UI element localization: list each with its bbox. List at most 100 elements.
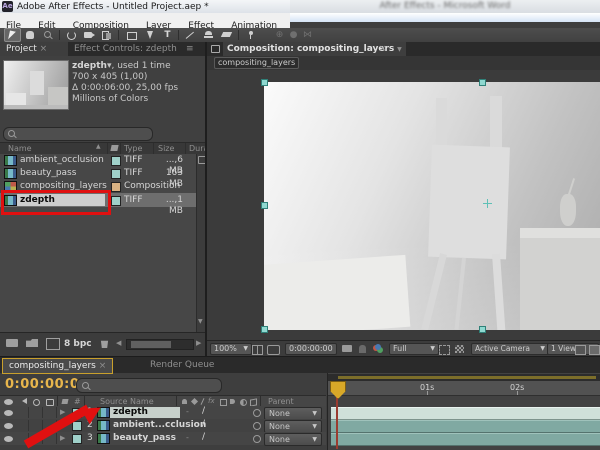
scrollbar-up-icon[interactable]: ▼ — [198, 318, 203, 325]
tab-effect-controls[interactable]: Effect Controls: zdepth — [74, 42, 177, 56]
rotation-tool-icon[interactable] — [64, 29, 79, 41]
background-window-titlebar: After Effects - Microsoft Word — [290, 0, 600, 13]
sort-ascending-icon[interactable]: ▲ — [96, 143, 101, 150]
layer-switch-dash[interactable]: - — [186, 407, 189, 417]
layer-bar-ambient-occlusion[interactable] — [331, 420, 600, 433]
puppet-pin-tool-icon[interactable] — [244, 29, 259, 41]
zoom-tool-icon[interactable] — [41, 29, 56, 41]
project-panel-menu-icon[interactable]: ≡ — [186, 42, 194, 56]
label-column-tag-icon[interactable] — [110, 145, 118, 151]
lock-icon[interactable] — [211, 45, 220, 53]
tab-project[interactable]: Project × — [0, 42, 68, 56]
work-area-bar[interactable] — [328, 374, 600, 381]
transparency-grid-icon[interactable] — [455, 345, 464, 353]
column-size[interactable]: Size — [158, 144, 174, 154]
region-of-interest-icon[interactable] — [439, 345, 450, 355]
pixel-aspect-icon[interactable] — [575, 345, 586, 355]
current-time-indicator[interactable] — [330, 381, 346, 399]
tab-project-close-icon[interactable]: × — [40, 44, 48, 54]
layer-switch-dash[interactable]: - — [186, 433, 189, 443]
grid-guides-icon[interactable] — [252, 345, 263, 355]
tab-compositing-layers[interactable]: compositing_layers × — [2, 358, 113, 374]
camera-tool-icon[interactable] — [82, 29, 97, 41]
hscroll-left-icon[interactable]: ◀ — [116, 339, 121, 347]
clone-stamp-tool-icon[interactable] — [202, 29, 217, 41]
eraser-tool-icon[interactable] — [220, 29, 235, 41]
type-tool-icon[interactable]: T — [160, 29, 175, 41]
brush-tool-icon[interactable] — [184, 29, 199, 41]
parent-pickwhip-icon[interactable] — [253, 422, 261, 430]
new-folder-icon[interactable] — [26, 339, 38, 347]
snapshot-camera-icon[interactable] — [342, 345, 352, 352]
label-color-chip[interactable] — [111, 156, 121, 166]
column-type[interactable]: Type — [124, 144, 142, 154]
layer-expand-icon[interactable]: ▶ — [60, 408, 65, 416]
layer-visibility-eye-icon[interactable] — [4, 436, 13, 442]
video-column-eye-icon[interactable] — [4, 399, 13, 405]
bit-depth-label[interactable]: 8 bpc — [64, 339, 92, 350]
selection-handle[interactable] — [261, 79, 268, 86]
layer-quality-switch[interactable]: / — [202, 432, 205, 442]
breadcrumb-compositing-layers[interactable]: compositing_layers — [214, 57, 299, 69]
selection-tool-icon[interactable] — [4, 28, 21, 42]
trash-icon[interactable] — [100, 339, 109, 348]
selection-handle[interactable] — [479, 326, 486, 333]
project-search-input[interactable] — [3, 127, 153, 141]
resolution-dropdown[interactable]: Full ▼ — [389, 343, 439, 355]
selection-handle[interactable] — [479, 79, 486, 86]
layer-label-chip[interactable] — [72, 434, 82, 444]
project-preview-thumbnail[interactable] — [3, 60, 69, 110]
interpret-footage-icon[interactable] — [6, 339, 18, 347]
timeline-search-input[interactable] — [76, 378, 222, 393]
project-row-ambient-occlusion[interactable]: ambient_occlusion TIFF ...,6 MB — [0, 154, 196, 167]
cti-line[interactable] — [336, 393, 338, 449]
safe-margins-icon[interactable] — [267, 345, 280, 355]
hand-tool-icon[interactable] — [23, 29, 38, 41]
layer-label-chip[interactable] — [72, 421, 82, 431]
label-color-chip[interactable] — [111, 182, 121, 192]
layer-expand-icon[interactable]: ▶ — [60, 434, 65, 442]
project-row-beauty-pass[interactable]: beauty_pass TIFF 163 MB — [0, 167, 196, 180]
comp-viewport[interactable] — [207, 70, 600, 340]
magnification-dropdown[interactable]: 100% ▼ — [210, 343, 252, 355]
comp-tab-close-icon[interactable]: × — [379, 42, 387, 56]
layer-quality-switch[interactable]: / — [202, 406, 205, 416]
label-color-chip[interactable] — [111, 196, 121, 206]
hscroll-right-icon[interactable]: ▶ — [196, 339, 201, 347]
layer-visibility-eye-icon[interactable] — [4, 423, 13, 429]
label-column-tag-icon[interactable] — [61, 399, 68, 404]
search-icon — [82, 382, 89, 389]
active-camera-dropdown[interactable]: Active Camera ▼ — [471, 343, 549, 355]
timeline-tab-close-icon[interactable]: × — [99, 361, 107, 371]
lock-column-icon[interactable] — [46, 399, 54, 406]
tab-render-queue[interactable]: Render Queue — [150, 358, 214, 373]
time-ruler[interactable]: 0s 01s 02s — [328, 381, 600, 396]
selection-handle[interactable] — [261, 202, 268, 209]
comp-tab-chevron-icon[interactable]: ▼ — [397, 46, 402, 53]
layer-bar-beauty-pass[interactable] — [331, 433, 600, 446]
comp-timecode[interactable]: 0:00:00:00 — [285, 343, 337, 355]
layer-bar-zdepth-selected[interactable] — [331, 407, 600, 420]
window-title: Adobe After Effects - Untitled Project.a… — [17, 1, 209, 13]
layer-quality-switch[interactable]: / — [202, 419, 205, 429]
layer-visibility-eye-icon[interactable] — [4, 410, 13, 416]
comp-frame-image[interactable] — [264, 82, 600, 330]
parent-pickwhip-icon[interactable] — [253, 409, 261, 417]
project-preview-area: zdepth▾, used 1 time 700 x 405 (1,00) Δ … — [0, 56, 205, 124]
layer-row-zdepth[interactable]: ▶ 1 zdepth - / None ▼ — [0, 406, 326, 419]
column-name[interactable]: Name — [8, 144, 32, 154]
project-hscrollbar[interactable] — [126, 339, 194, 350]
parent-dropdown[interactable]: None ▼ — [264, 433, 322, 446]
audio-column-speaker-icon[interactable] — [19, 398, 27, 404]
pen-tool-icon[interactable] — [142, 29, 157, 41]
parent-pickwhip-icon[interactable] — [253, 435, 261, 443]
layer-switch-dash[interactable]: - — [186, 420, 189, 430]
label-color-chip[interactable] — [111, 169, 121, 179]
comp-breadcrumb-row: compositing_layers — [207, 56, 600, 70]
project-settings-icon[interactable] — [46, 338, 60, 350]
solo-column-icon[interactable] — [33, 399, 40, 406]
fast-previews-icon[interactable] — [589, 345, 600, 355]
selection-handle[interactable] — [261, 326, 268, 333]
pan-behind-tool-icon[interactable] — [100, 29, 115, 41]
shape-tool-icon[interactable] — [124, 29, 139, 41]
